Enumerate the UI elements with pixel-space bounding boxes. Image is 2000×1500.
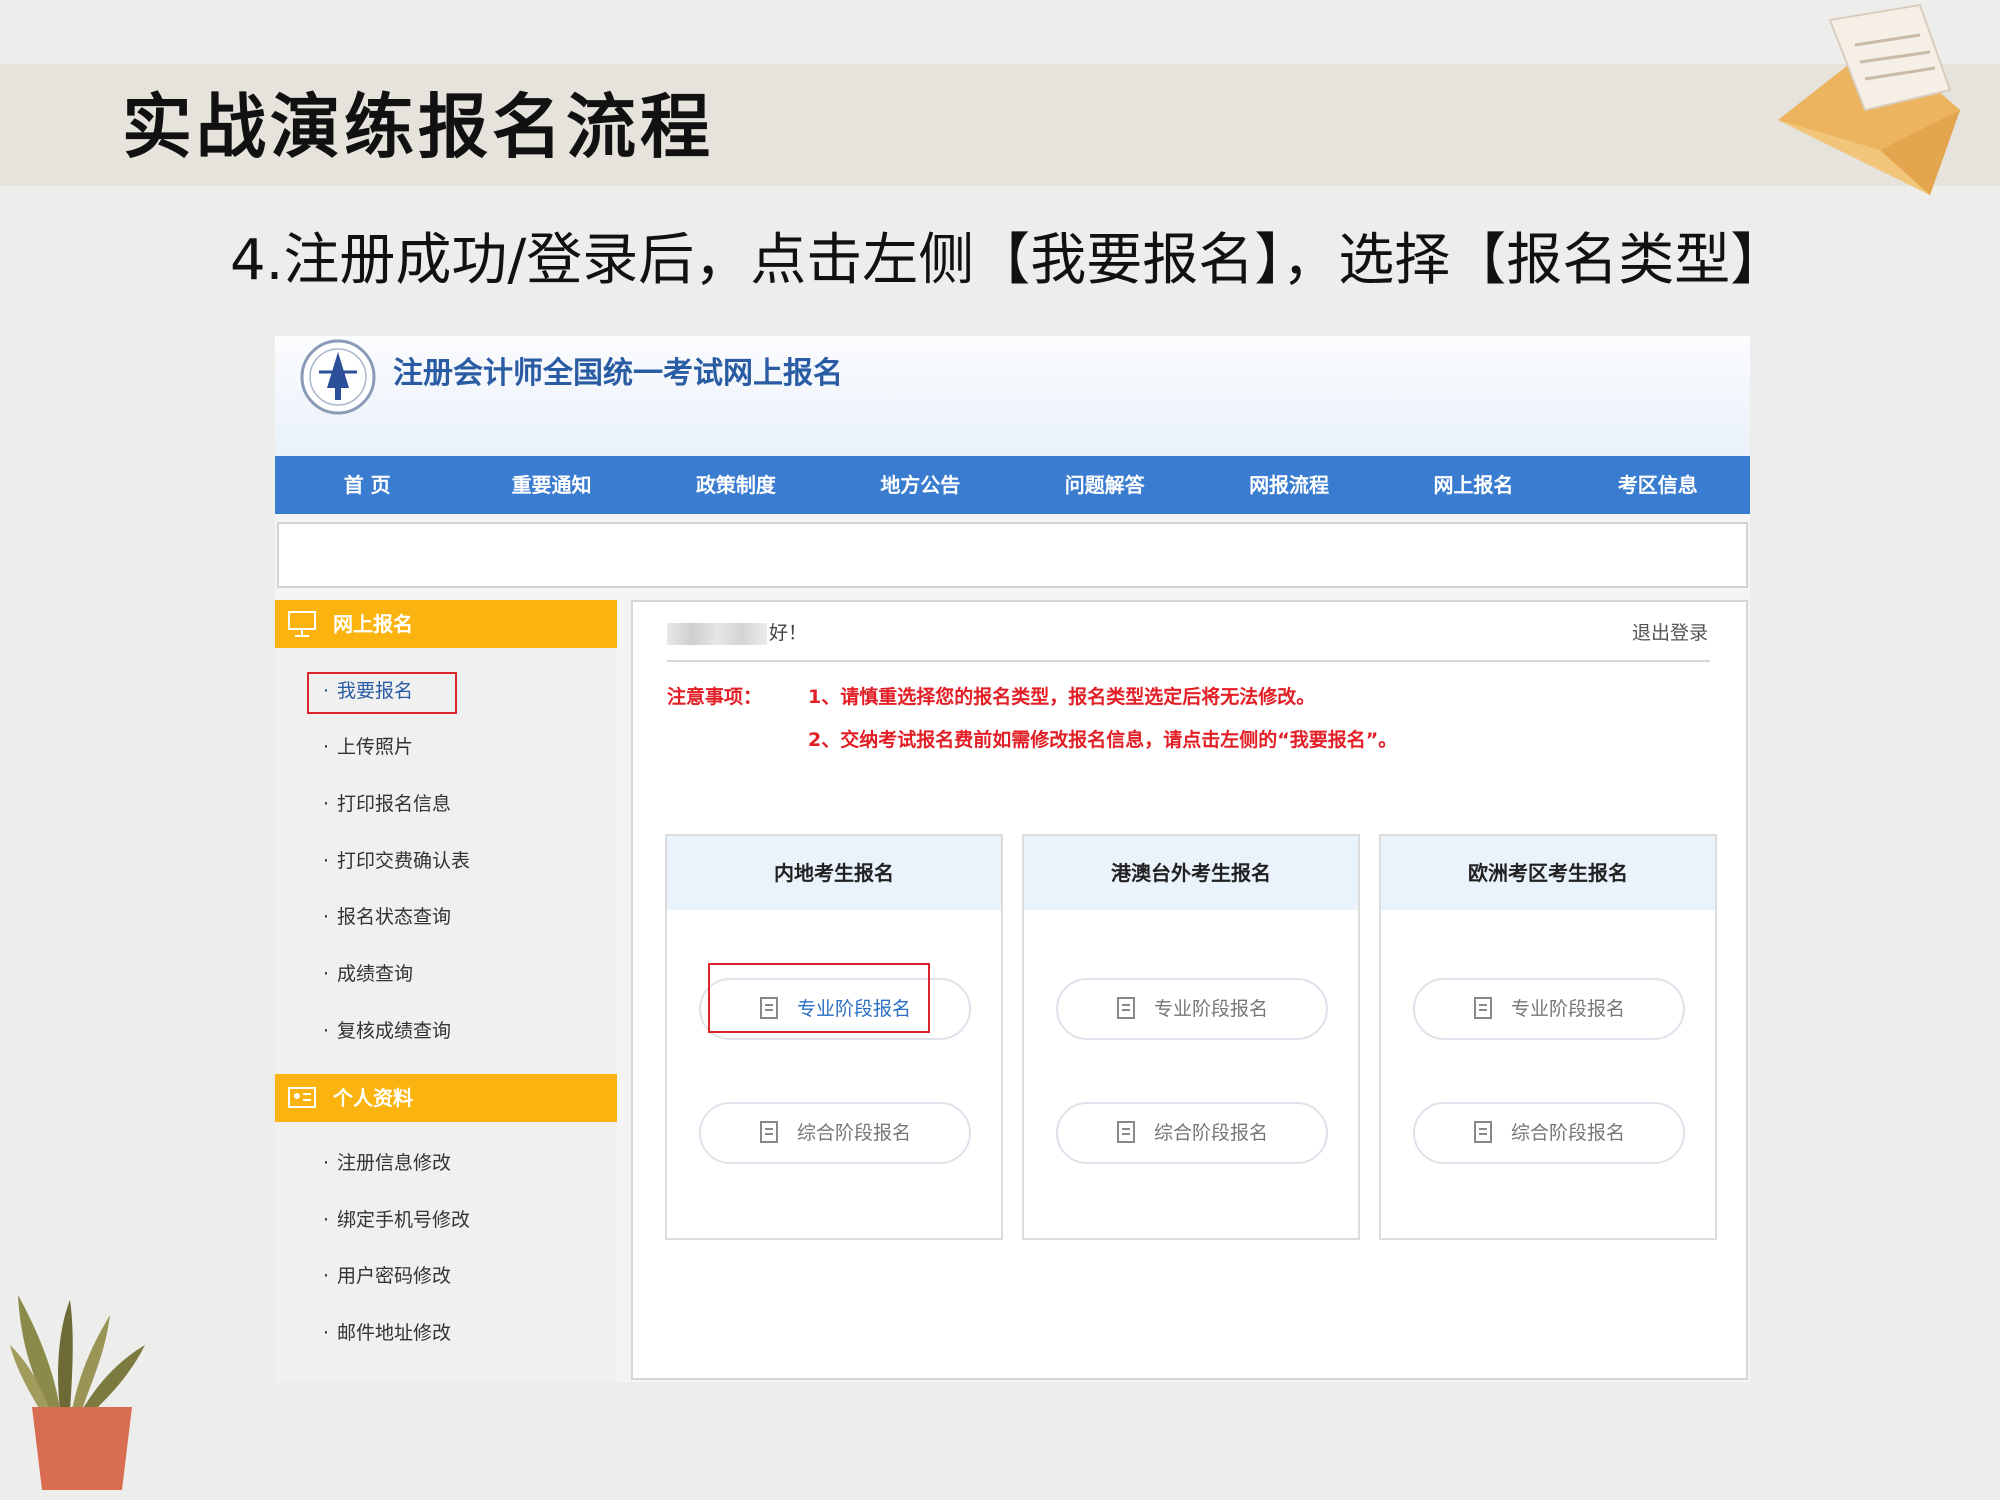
blurred-username [667,622,767,645]
comprehensive-stage-button[interactable]: 综合阶段报名 [1056,1102,1328,1164]
divider [667,660,1710,662]
site-header: 注册会计师全国统一考试网上报名 [275,336,1750,456]
main-nav: 首 页 重要通知 政策制度 地方公告 问题解答 网报流程 网上报名 考区信息 [275,456,1750,514]
card-europe: 欧洲考区考生报名 专业阶段报名 综合阶段报名 [1379,834,1717,1240]
slide-subtitle: 4.注册成功/登录后，点击左侧【我要报名】，选择【报名类型】 [230,228,1787,293]
envelope-icon [1778,3,1960,195]
professional-stage-button[interactable]: 专业阶段报名 [1056,978,1328,1040]
professional-stage-button[interactable]: 专业阶段报名 [1413,978,1685,1040]
document-icon [1116,996,1135,1019]
sidebar-item-edit-email[interactable]: · 邮件地址修改 [323,1318,451,1348]
sidebar-item-apply[interactable]: · 我要报名 [323,676,413,706]
sidebar-section-label: 网上报名 [333,612,413,636]
card-title: 内地考生报名 [667,836,1001,910]
card-hk-macau-taiwan-foreign: 港澳台外考生报名 专业阶段报名 综合阶段报名 [1022,834,1360,1240]
card-title: 欧洲考区考生报名 [1381,836,1715,910]
sidebar-item-label: 打印报名信息 [337,793,452,815]
sidebar-item-edit-registration[interactable]: · 注册信息修改 [323,1148,451,1178]
sidebar-item-label: 复核成绩查询 [337,1020,452,1042]
sidebar-item-label: 绑定手机号修改 [337,1209,471,1231]
button-label: 综合阶段报名 [796,1122,911,1144]
document-icon [1473,996,1492,1019]
sidebar-item-edit-phone[interactable]: · 绑定手机号修改 [323,1205,470,1235]
site-title: 注册会计师全国统一考试网上报名 [393,356,843,391]
sidebar-item-label: 上传照片 [337,736,414,758]
nav-faq[interactable]: 问题解答 [1013,456,1197,514]
highlight-box [708,963,930,1033]
document-icon [1116,1120,1135,1143]
sidebar-section-profile: 个人资料 [275,1074,617,1122]
sidebar-item-recheck-query[interactable]: · 复核成绩查询 [323,1016,451,1046]
sidebar-item-upload-photo[interactable]: · 上传照片 [323,732,413,762]
sidebar-item-print-fee-form[interactable]: · 打印交费确认表 [323,846,470,876]
sidebar: 网上报名 · 我要报名 · 上传照片 · 打印报名信息 · 打印交费确认表 · 报名状态查… [275,600,617,1382]
nav-notices[interactable]: 重要通知 [459,456,643,514]
nav-home[interactable]: 首 页 [275,456,459,514]
sidebar-item-label: 打印交费确认表 [337,850,471,872]
cicpa-logo-icon [300,339,376,415]
logout-link[interactable]: 退出登录 [1632,618,1708,648]
comprehensive-stage-button[interactable]: 综合阶段报名 [699,1102,971,1164]
main-panel: 好！ 退出登录 注意事项： 1、请慎重选择您的报名类型，报名类型选定后将无法修改… [631,600,1748,1380]
sidebar-section-online-registration: 网上报名 [275,600,617,648]
sidebar-item-label: 成绩查询 [337,963,414,985]
plant-icon [10,1295,145,1490]
nav-policies[interactable]: 政策制度 [644,456,828,514]
notice-1: 1、请慎重选择您的报名类型，报名类型选定后将无法修改。 [808,686,1316,708]
notice-2: 2、交纳考试报名费前如需修改报名信息，请点击左侧的“我要报名”。 [808,729,1398,751]
button-label: 专业阶段报名 [1153,998,1268,1020]
sidebar-item-label: 邮件地址修改 [337,1322,452,1344]
button-label: 综合阶段报名 [1510,1122,1625,1144]
comprehensive-stage-button[interactable]: 综合阶段报名 [1413,1102,1685,1164]
sidebar-item-label: 报名状态查询 [337,906,452,928]
document-icon [759,1120,778,1143]
sidebar-item-label: 注册信息修改 [337,1152,452,1174]
sidebar-item-edit-password[interactable]: · 用户密码修改 [323,1261,451,1291]
nav-local-announcements[interactable]: 地方公告 [828,456,1012,514]
id-card-icon [288,1087,316,1108]
sidebar-item-status-query[interactable]: · 报名状态查询 [323,902,451,932]
greeting-text: 好！ [769,622,808,644]
card-title: 港澳台外考生报名 [1024,836,1358,910]
sidebar-section-label: 个人资料 [333,1086,413,1110]
slide-title: 实战演练报名流程 [122,86,714,168]
card-mainland: 内地考生报名 专业阶段报名 综合阶段报名 [665,834,1003,1240]
sidebar-item-label: 我要报名 [337,680,414,702]
nav-exam-area-info[interactable]: 考区信息 [1566,456,1750,514]
button-label: 综合阶段报名 [1153,1122,1268,1144]
notice-label: 注意事项： [667,686,763,708]
banner-area [277,522,1748,588]
document-icon [1473,1120,1492,1143]
nav-registration-process[interactable]: 网报流程 [1197,456,1381,514]
website-screenshot: 注册会计师全国统一考试网上报名 首 页 重要通知 政策制度 地方公告 问题解答 … [275,336,1750,1382]
nav-online-registration[interactable]: 网上报名 [1381,456,1565,514]
monitor-icon [288,611,316,637]
greeting: 好！ [667,618,807,648]
sidebar-item-print-info[interactable]: · 打印报名信息 [323,789,451,819]
button-label: 专业阶段报名 [1510,998,1625,1020]
sidebar-item-label: 用户密码修改 [337,1265,452,1287]
sidebar-item-score-query[interactable]: · 成绩查询 [323,959,413,989]
